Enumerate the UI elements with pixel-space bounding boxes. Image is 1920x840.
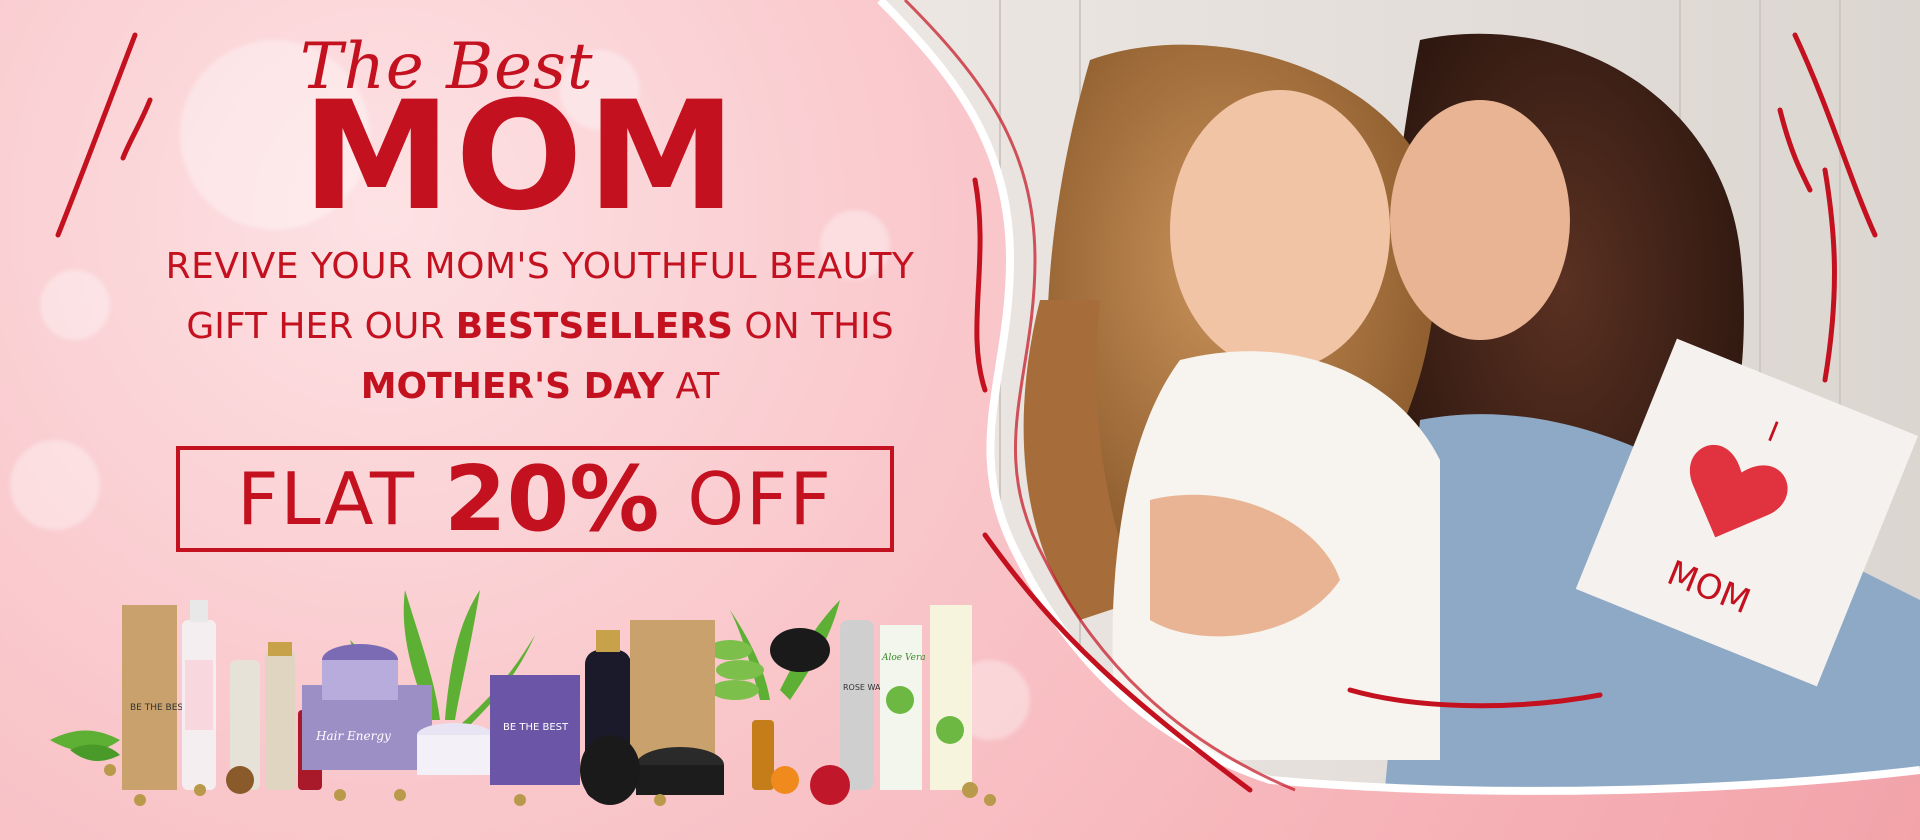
headline-main: MOM	[302, 70, 741, 244]
offer-prefix: FLAT	[237, 457, 416, 541]
product-lineup: BE THE BEST Hair Energy BE THE BEST ROSE…	[50, 590, 996, 806]
tagline-mothers-day: MOTHER'S DAY	[360, 366, 664, 407]
purple-box-label: BE THE BEST	[503, 722, 569, 733]
offer-amount: 20%	[443, 446, 660, 552]
tagline-line-2-suffix: ON THIS	[732, 306, 894, 347]
tagline-line-1: REVIVE YOUR MOM'S YOUTHFUL BEAUTY	[165, 246, 915, 287]
tagline-line-3-suffix: AT	[664, 366, 720, 407]
tagline-line-3: MOTHER'S DAY AT	[100, 366, 980, 407]
kraft-box-label: BE THE BEST	[130, 703, 189, 713]
tagline-bestsellers: BESTSELLERS	[455, 306, 733, 347]
aloe-label: Aloe Vera	[881, 653, 926, 663]
jar-brand-label: Hair Energy	[315, 729, 391, 743]
discount-offer-box[interactable]: FLAT 20% OFF	[176, 446, 894, 552]
tagline-line-2-prefix: GIFT HER OUR	[186, 306, 456, 347]
kraft-box	[122, 605, 177, 790]
offer-suffix: OFF	[687, 457, 833, 541]
promo-banner[interactable]: I MOM The Best MOM REVIVE YOUR MOM'S YOU…	[0, 0, 1920, 840]
tagline-line-2: GIFT HER OUR BESTSELLERS ON THIS	[100, 306, 980, 347]
